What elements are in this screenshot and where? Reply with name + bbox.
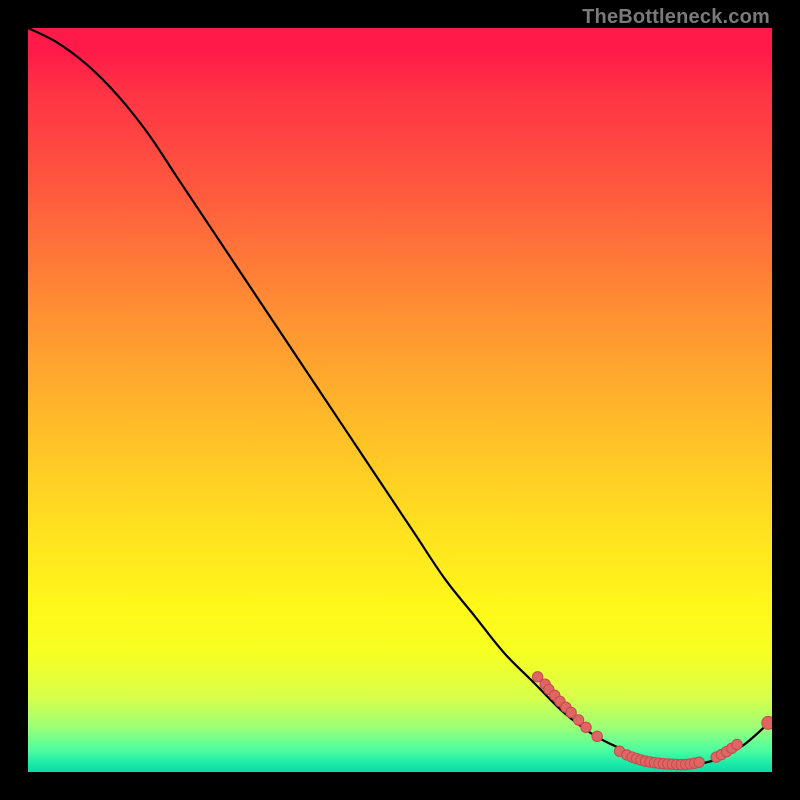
curve-overlay: [28, 28, 772, 772]
data-point: [592, 731, 602, 741]
attribution-text: TheBottleneck.com: [582, 6, 770, 29]
data-point: [732, 739, 742, 749]
bottleneck-curve-line: [28, 28, 772, 765]
chart-stage: TheBottleneck.com: [0, 0, 800, 800]
data-point: [762, 716, 772, 729]
data-point: [581, 722, 591, 732]
data-points: [532, 672, 772, 770]
data-point: [694, 757, 704, 767]
